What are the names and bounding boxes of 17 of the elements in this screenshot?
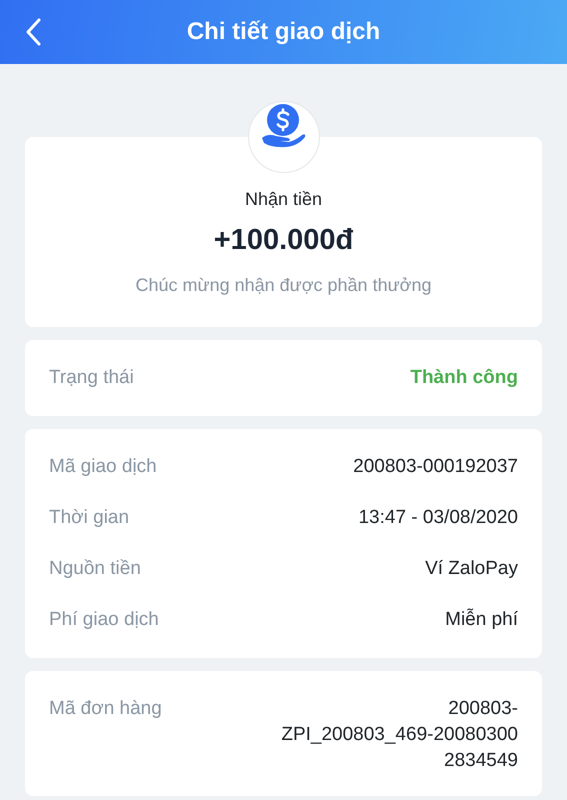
detail-label: Nguồn tiền — [49, 557, 141, 581]
message: Chúc mừng nhận được phần thưởng — [136, 275, 432, 296]
page-title: Chi tiết giao dịch — [186, 18, 380, 46]
detail-label: Phí giao dịch — [49, 608, 159, 632]
order-label: Mã đơn hàng — [49, 697, 162, 721]
detail-value: Ví ZaloPay — [425, 557, 518, 581]
status-label: Trạng thái — [49, 366, 134, 390]
detail-label: Mã giao dịch — [49, 455, 157, 479]
detail-value: 13:47 - 03/08/2020 — [358, 506, 518, 530]
back-icon[interactable] — [24, 17, 42, 47]
transaction-type: Nhận tiền — [244, 189, 322, 210]
amount: +100.000đ — [214, 224, 354, 257]
detail-value: 200803-000192037 — [353, 455, 518, 479]
status-value: Thành công — [410, 366, 518, 390]
order-id: 200803- ZPI_200803_469-20080300 2834549 — [281, 697, 518, 773]
detail-label: Thời gian — [49, 506, 130, 530]
detail-value: Miễn phí — [445, 608, 518, 632]
